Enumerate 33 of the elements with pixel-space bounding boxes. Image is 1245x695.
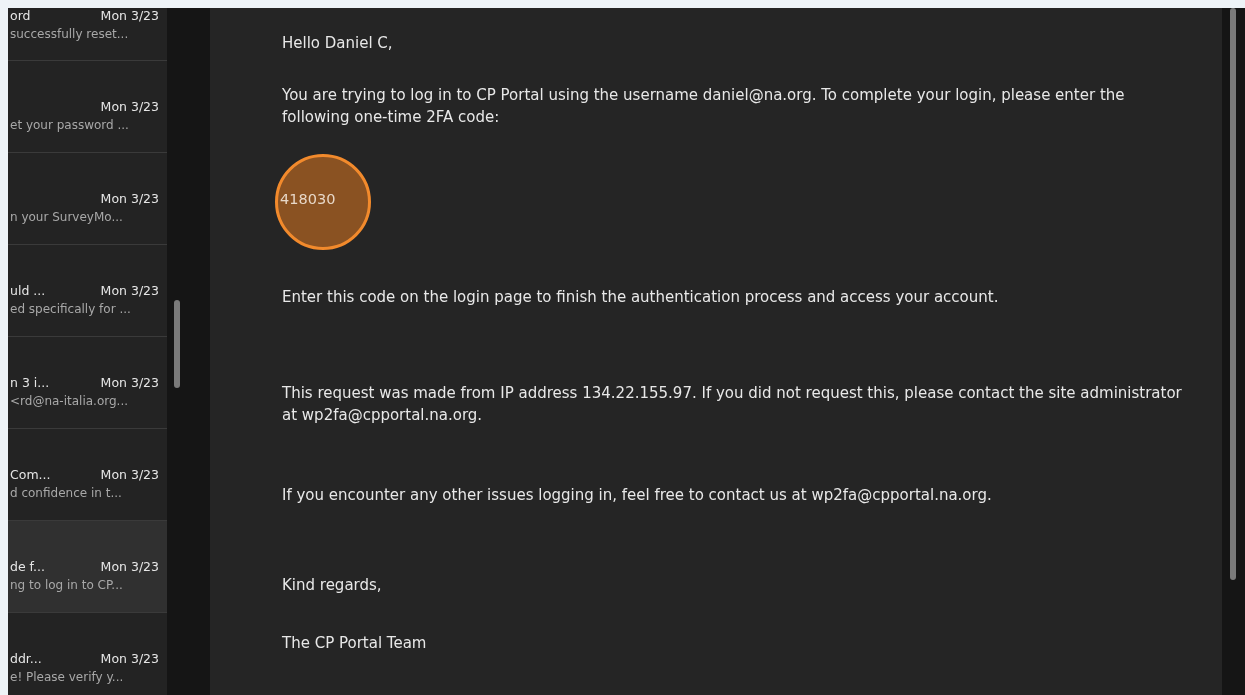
scrollbar-thumb[interactable] [1230, 8, 1236, 580]
message-date: Mon 3/23 [100, 651, 159, 666]
message-subject: uld ... [10, 283, 46, 298]
message-date: Mon 3/23 [100, 99, 159, 114]
message-preview: e! Please verify y... [10, 670, 125, 684]
message-date: Mon 3/23 [100, 467, 159, 482]
email-paragraph: You are trying to log in to CP Portal using the username daniel@na.org. To complete your login, please enter the following one-time 2FA code: [282, 85, 1126, 128]
message-preview: <rd@na-italia.org... [10, 394, 130, 408]
message-subject: n 3 i... [10, 375, 50, 390]
message-date: Mon 3/23 [100, 191, 159, 206]
message-preview: successfully reset... [10, 27, 130, 41]
message-date: Mon 3/23 [100, 8, 159, 23]
email-paragraph: Enter this code on the login page to finish the authentication process and access your account. [282, 287, 1000, 308]
message-subject: ord [10, 8, 31, 23]
email-signoff: The CP Portal Team [282, 633, 428, 654]
message-preview: ng to log in to CP... [10, 578, 124, 592]
message-preview: ed specifically for ... [10, 302, 132, 316]
message-preview: d confidence in t... [10, 486, 123, 500]
message-date: Mon 3/23 [100, 283, 159, 298]
message-preview: et your password ... [10, 118, 130, 132]
email-signoff: Kind regards, [282, 575, 383, 596]
message-subject: ddr... [10, 651, 42, 666]
message-list-item[interactable]: de f... Mon 3/23 ng to log in to CP... [8, 521, 167, 613]
message-date: Mon 3/23 [100, 375, 159, 390]
email-paragraph: Hello Daniel C, [282, 33, 394, 54]
email-paragraph: This request was made from IP address 134.22.155.97. If you did not request this, please contact the site administrator at wp2fa@cpportal.na.org. [282, 383, 1182, 426]
email-paragraph: If you encounter any other issues logging in, feel free to contact us at wp2fa@cpportal.na.org. [282, 485, 993, 506]
message-subject: de f... [10, 559, 45, 574]
message-date: Mon 3/23 [100, 559, 159, 574]
message-preview: n your SurveyMo... [10, 210, 124, 224]
scrollbar-thumb[interactable] [174, 300, 180, 388]
verification-code: 418030 [280, 190, 336, 209]
message-subject: Com... [10, 467, 51, 482]
